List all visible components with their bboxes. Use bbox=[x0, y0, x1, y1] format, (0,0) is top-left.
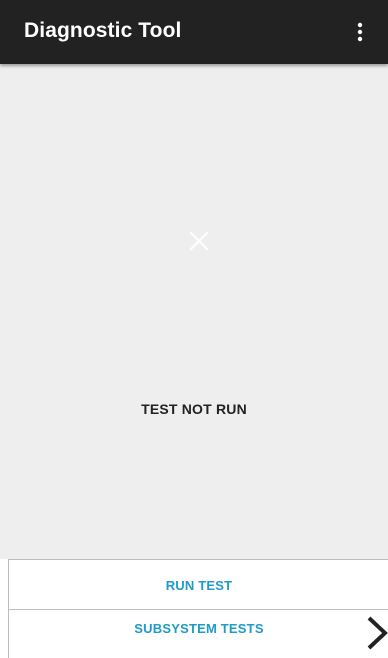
overflow-menu-button[interactable] bbox=[340, 12, 380, 52]
test-status-panel: TEST NOT RUN bbox=[0, 64, 388, 559]
chevron-right-icon bbox=[367, 616, 388, 650]
more-vert-icon bbox=[357, 22, 363, 42]
test-status-text: TEST NOT RUN bbox=[141, 401, 247, 417]
subsystem-tests-button[interactable]: SUBSYSTEM TESTS bbox=[9, 610, 388, 658]
app-title: Diagnostic Tool bbox=[24, 19, 182, 42]
run-test-button[interactable]: RUN TEST bbox=[9, 559, 388, 610]
subsystem-tests-label: SUBSYSTEM TESTS bbox=[134, 620, 264, 636]
diagnostic-tool-app: Diagnostic Tool TEST NOT RUN RUN TEST SU… bbox=[0, 0, 388, 658]
action-buttons: RUN TEST SUBSYSTEM TESTS bbox=[8, 559, 388, 658]
app-bar: Diagnostic Tool bbox=[0, 0, 388, 64]
close-icon bbox=[189, 231, 209, 251]
run-test-label: RUN TEST bbox=[165, 578, 233, 593]
